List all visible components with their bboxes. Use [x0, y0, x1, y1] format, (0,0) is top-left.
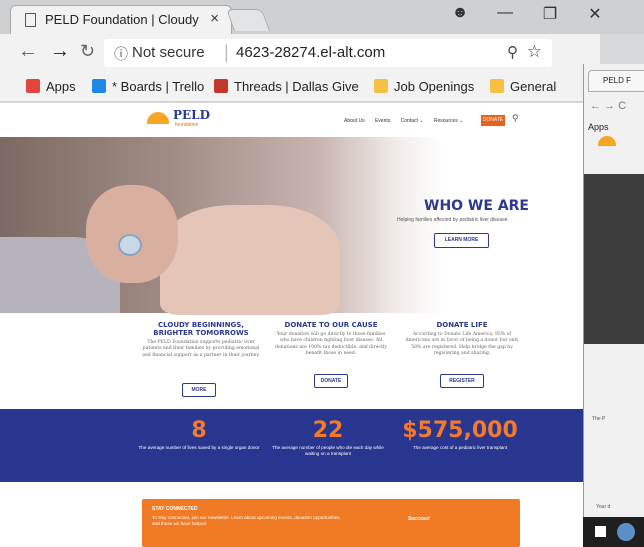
column-donate-cause: DONATE TO OUR CAUSE Your donation will g… — [272, 321, 390, 358]
donate-button[interactable]: DONATE — [314, 374, 348, 388]
bookmarks-bar: Apps * Boards | Trello Threads | Dallas … — [0, 72, 590, 102]
column-donate-life: DONATE LIFE According to Donate Life Ame… — [403, 321, 521, 358]
close-window-icon[interactable]: ✕ — [580, 4, 610, 24]
column-cloudy-beginnings: CLOUDY BEGINNINGS, BRIGHTER TOMORROWS Th… — [142, 321, 260, 359]
search-icon[interactable]: ⚲ — [512, 113, 519, 124]
page-icon — [25, 13, 36, 27]
newsletter-text: To stay connected, join our newsletter. … — [152, 515, 341, 527]
stat-label: The average number of people who die eac… — [272, 445, 384, 456]
apps-grid-icon — [26, 79, 40, 93]
stat-label: The average cost of a pediatric liver tr… — [412, 445, 508, 450]
newsletter-banner: STAY CONNECTED To stay connected, join o… — [142, 499, 520, 547]
folder-icon — [490, 79, 504, 93]
zoom-icon[interactable]: ⚲ — [507, 43, 518, 61]
nav-events[interactable]: Events — [375, 118, 390, 124]
new-tab-button[interactable] — [225, 9, 271, 31]
stat-label: The average number of lives saved by a s… — [138, 445, 260, 450]
background-hero-photo — [584, 174, 644, 344]
sun-logo-icon — [147, 112, 169, 124]
bookmark-threads[interactable]: Threads | Dallas Give — [214, 79, 360, 94]
background-nav[interactable]: ← → C — [590, 100, 626, 112]
background-apps-bookmark[interactable]: Apps — [588, 122, 609, 132]
hero-photo-pacifier — [118, 234, 142, 256]
column-text: The PELD Foundation supports pediatric l… — [142, 340, 260, 358]
newsletter-status: Success! — [408, 516, 430, 522]
browser-tab[interactable]: PELD Foundation | Cloudy × — [10, 5, 232, 34]
site-nav: About Us Events Contact ⌄ Resources ⌄ — [344, 118, 472, 124]
hero-banner: WHO WE ARE Helping families affected by … — [0, 137, 583, 318]
background-tab[interactable]: PELD F — [588, 70, 644, 92]
bookmark-apps[interactable]: Apps — [26, 79, 76, 94]
back-icon[interactable]: ← — [18, 40, 38, 63]
taskbar-app-icon[interactable] — [617, 523, 635, 541]
folder-icon — [374, 79, 388, 93]
stats-band: 8 The average number of lives saved by a… — [0, 409, 583, 482]
stat-number: 8 — [191, 418, 207, 443]
stat-daily-deaths: 22 The average number of people who die … — [253, 419, 403, 457]
hero-photo-baby-body — [160, 205, 340, 315]
stat-lives-saved: 8 The average number of lives saved by a… — [124, 419, 274, 451]
tab-close-icon[interactable]: × — [210, 10, 219, 27]
bookmark-job-openings[interactable]: Job Openings — [374, 79, 474, 94]
background-browser-window[interactable]: PELD F ← → C Apps The P Your d — [583, 64, 644, 547]
threads-icon — [214, 79, 228, 93]
windows-start-icon[interactable] — [595, 526, 606, 537]
column-text: Your donation will go directly to those … — [274, 332, 387, 357]
column-title: CLOUDY BEGINNINGS, BRIGHTER TOMORROWS — [153, 321, 249, 337]
tab-strip: PELD Foundation | Cloudy × ☻ — ❐ ✕ — [0, 0, 644, 34]
background-text: Your d — [596, 504, 611, 510]
logo-text: PELD — [173, 108, 211, 122]
restore-icon[interactable]: ❐ — [535, 4, 565, 24]
trello-icon — [92, 79, 106, 93]
forward-icon[interactable]: → — [50, 40, 70, 63]
security-label: Not secure — [132, 44, 205, 61]
learn-more-button[interactable]: LEARN MORE — [434, 233, 489, 248]
hero-title: WHO WE ARE — [424, 198, 529, 214]
newsletter-title: STAY CONNECTED — [152, 506, 198, 512]
profile-icon[interactable]: ☻ — [445, 4, 475, 22]
register-button[interactable]: REGISTER — [440, 374, 484, 388]
carousel-dots[interactable] — [322, 305, 342, 318]
minimize-icon[interactable]: — — [490, 4, 520, 22]
nav-about[interactable]: About Us — [344, 118, 365, 124]
divider: | — [224, 42, 229, 62]
stat-transplant-cost: $575,000 The average cost of a pediatric… — [385, 419, 535, 451]
bookmark-trello[interactable]: * Boards | Trello — [92, 79, 204, 94]
nav-donate-button[interactable]: DONATE — [481, 115, 505, 126]
bookmark-general[interactable]: General — [490, 79, 556, 94]
info-icon[interactable]: ⓘ — [114, 44, 128, 64]
reload-icon[interactable]: ↻ — [80, 41, 95, 62]
site-logo[interactable]: PELD foundation — [147, 106, 217, 134]
tab-title: PELD Foundation | Cloudy — [45, 12, 199, 27]
column-title: DONATE TO OUR CAUSE — [284, 321, 378, 329]
stat-number: 22 — [312, 418, 344, 443]
bookmark-star-icon[interactable]: ☆ — [527, 42, 542, 62]
screen: PELD Foundation | Cloudy × ☻ — ❐ ✕ ← → ↻… — [0, 0, 644, 547]
website-viewport: PELD foundation About Us Events Contact … — [0, 103, 583, 547]
url-text[interactable]: 4623-28274.el-alt.com — [236, 44, 385, 61]
logo-subtext: foundation — [175, 122, 199, 128]
nav-resources[interactable]: Resources ⌄ — [434, 118, 463, 124]
address-bar[interactable]: ⓘ Not secure | 4623-28274.el-alt.com ⚲ ☆ — [104, 39, 552, 67]
background-text: The P — [592, 416, 606, 422]
more-button[interactable]: MORE — [182, 383, 216, 397]
column-text: According to Donate Life America, 95% of… — [405, 332, 519, 357]
hero-subtitle: Helping families affected by pediatric l… — [397, 217, 508, 223]
nav-contact[interactable]: Contact ⌄ — [401, 118, 424, 124]
stat-number: $575,000 — [402, 418, 518, 443]
taskbar — [583, 517, 644, 547]
column-title: DONATE LIFE — [436, 321, 488, 329]
browser-toolbar: ← → ↻ ⓘ Not secure | 4623-28274.el-alt.c… — [0, 34, 600, 72]
sun-logo-icon — [598, 136, 616, 146]
site-header: PELD foundation About Us Events Contact … — [0, 103, 583, 137]
